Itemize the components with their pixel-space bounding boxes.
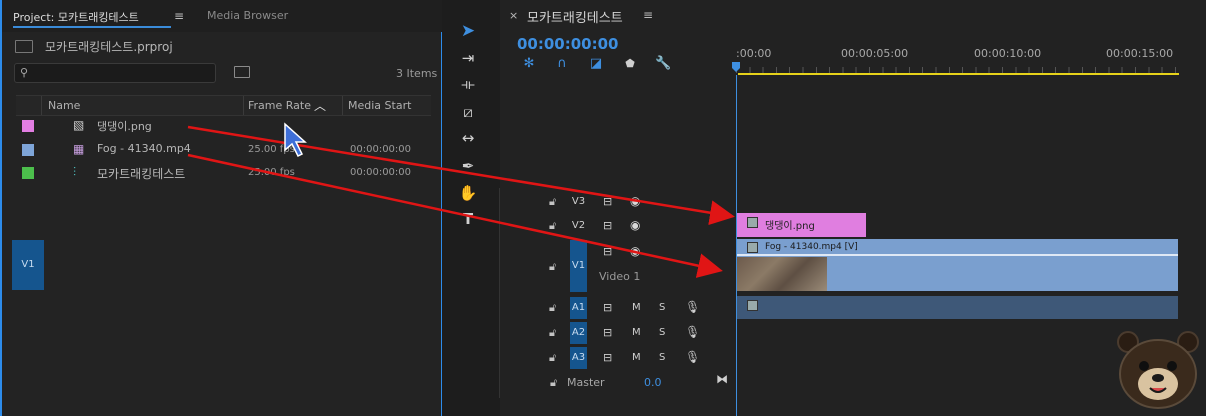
bear-mascot-icon: [1117, 331, 1199, 409]
annotation-arrow: [187, 153, 723, 278]
annotation-overlay: [187, 122, 735, 278]
mouse-cursor-icon: [284, 122, 307, 158]
